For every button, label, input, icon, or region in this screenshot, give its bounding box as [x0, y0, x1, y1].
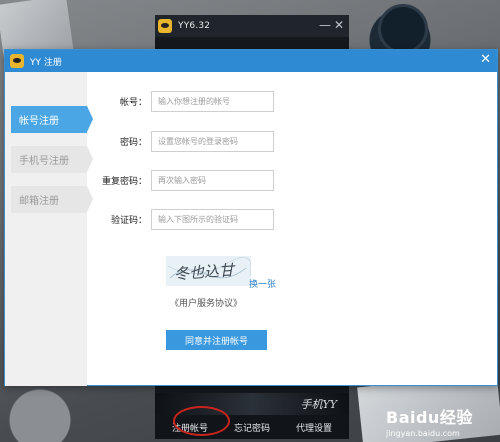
password-input[interactable]: 设置您帐号的登录密码	[151, 131, 274, 152]
dialog-title: YY 注册	[30, 57, 62, 68]
proxy-settings-link[interactable]: 代理设置	[296, 421, 332, 434]
captcha-input[interactable]: 输入下图所示的验证码	[151, 209, 274, 230]
captcha-image[interactable]: 冬也込甘	[166, 256, 251, 286]
dialog-body: 帐号注册 手机号注册 邮箱注册 帐号： 输入你想注册的帐号 密码： 设置您帐号的…	[5, 72, 497, 386]
watermark-logo: Baidu经验	[386, 408, 473, 427]
tab-account-register[interactable]: 帐号注册	[11, 106, 93, 133]
minimize-icon[interactable]: —	[319, 18, 331, 32]
confirm-password-label: 重复密码：	[101, 177, 147, 187]
forgot-password-link[interactable]: 忘记密码	[234, 421, 270, 434]
captcha-row: 验证码： 输入下图所示的验证码	[89, 209, 274, 230]
account-input[interactable]: 输入你想注册的帐号	[151, 91, 274, 112]
terms-of-service-link[interactable]: 《用户服务协议》	[170, 296, 242, 309]
yy-logo-icon	[158, 19, 172, 33]
close-icon[interactable]: ✕	[334, 18, 344, 32]
watermark: Baidu经验 jingyan.baidu.com	[386, 404, 500, 442]
captcha-text: 冬也込甘	[174, 261, 237, 283]
agree-register-button[interactable]: 同意并注册帐号	[166, 330, 267, 350]
confirm-password-row: 重复密码： 再次输入密码	[89, 170, 274, 191]
account-row: 帐号： 输入你想注册的帐号	[89, 91, 274, 112]
confirm-password-input[interactable]: 再次输入密码	[151, 170, 274, 191]
refresh-captcha-link[interactable]: 换一张	[249, 277, 276, 290]
account-label: 帐号：	[119, 98, 147, 108]
password-row: 密码： 设置您帐号的登录密码	[89, 131, 274, 152]
password-label: 密码：	[119, 138, 147, 148]
yy-logo-icon	[10, 54, 24, 68]
registration-dialog: YY 注册 ✕ 帐号注册 手机号注册 邮箱注册 帐号： 输入你想注册的帐号 密码…	[4, 49, 498, 386]
captcha-label: 验证码：	[110, 216, 147, 226]
tab-email-register[interactable]: 邮箱注册	[11, 186, 93, 213]
dialog-titlebar: YY 注册	[5, 50, 497, 72]
yy-window-title: YY6.32	[178, 21, 211, 31]
registration-sidebar: 帐号注册 手机号注册 邮箱注册	[5, 72, 93, 386]
red-highlight-circle	[173, 406, 230, 436]
close-icon[interactable]: ✕	[480, 53, 491, 67]
watermark-url: jingyan.baidu.com	[386, 429, 460, 438]
desktop-decoration	[378, 4, 428, 54]
tab-phone-register[interactable]: 手机号注册	[11, 146, 93, 173]
yy-banner-text: 手机YY	[300, 398, 337, 411]
